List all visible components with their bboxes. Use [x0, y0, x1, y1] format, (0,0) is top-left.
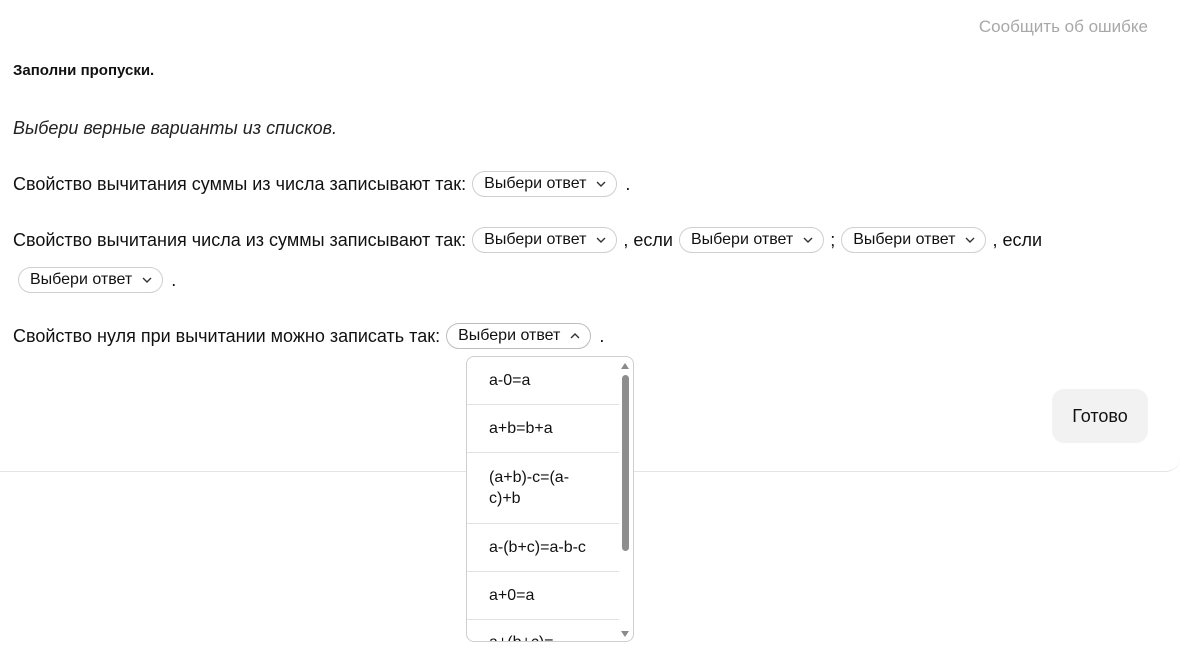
chevron-down-icon [142, 277, 152, 283]
dropdown-option-label: (a+b)-c=(a-c)+b [489, 469, 570, 507]
answer-select-1[interactable]: Выбери ответ [472, 171, 618, 197]
chevron-down-icon [596, 237, 606, 243]
dropdown-option[interactable]: a+0=a [467, 572, 619, 620]
sentence-text: Свойство нуля при вычитании можно записа… [13, 325, 441, 346]
dropdown-option[interactable]: a+b=b+a [467, 405, 619, 453]
sentence-text: Свойство вычитания числа из суммы записы… [13, 229, 467, 250]
select-value: Выбери ответ [30, 271, 133, 288]
report-error-link[interactable]: Сообщить об ошибке [979, 17, 1148, 37]
sentence-line-3: Свойство нуля при вычитании можно записа… [13, 323, 604, 349]
select-value: Выбери ответ [484, 231, 587, 248]
answer-select-2[interactable]: Выбери ответ [472, 227, 618, 253]
dropdown-option[interactable]: a-(b+c)=a-b-c [467, 524, 619, 572]
scroll-down-arrow-icon[interactable] [621, 631, 629, 637]
select-value: Выбери ответ [690, 231, 794, 248]
sentence-end: . [171, 269, 177, 290]
chevron-down-icon [965, 237, 975, 243]
sentence-line-1: Свойство вычитания суммы из числа записы… [13, 171, 630, 197]
task-instruction: Выбери верные варианты из списков. [13, 118, 337, 138]
answer-select-6[interactable]: Выбери ответ [446, 323, 592, 349]
sentence-line-2: Свойство вычитания числа из суммы записы… [13, 227, 1042, 253]
sentence-line-2-continued: Выбери ответ . [12, 267, 176, 293]
sentence-text: , если [623, 229, 673, 250]
sentence-text: Свойство вычитания суммы из числа записы… [13, 173, 467, 194]
select-value: Выбери ответ [853, 231, 956, 248]
scrollbar-thumb[interactable] [622, 375, 629, 551]
dropdown-scrollbar[interactable] [620, 361, 631, 637]
select-value: Выбери ответ [484, 175, 587, 192]
select-value: Выбери ответ [458, 327, 561, 344]
answer-select-4[interactable]: Выбери ответ [841, 227, 987, 253]
sentence-text: ; [830, 229, 836, 250]
sentence-text: , если [992, 229, 1043, 250]
sentence-end: . [599, 325, 605, 346]
sentence-end: . [625, 173, 631, 194]
chevron-down-icon [803, 237, 813, 243]
dropdown-option[interactable]: a-0=a [467, 357, 619, 405]
chevron-up-icon [570, 333, 580, 339]
chevron-down-icon [596, 181, 606, 187]
dropdown-option[interactable]: a+(b+c)= [467, 620, 619, 641]
dropdown-option[interactable]: (a+b)-c=(a-c)+b [467, 453, 619, 524]
task-title: Заполни пропуски. [13, 62, 155, 79]
answer-select-3[interactable]: Выбери ответ [678, 227, 825, 253]
done-button[interactable]: Готово [1052, 389, 1148, 443]
scroll-up-arrow-icon[interactable] [621, 363, 629, 369]
answer-dropdown-list: a-0=a a+b=b+a (a+b)-c=(a-c)+b a-(b+c)=a-… [466, 356, 634, 642]
answer-select-5[interactable]: Выбери ответ [18, 267, 164, 293]
